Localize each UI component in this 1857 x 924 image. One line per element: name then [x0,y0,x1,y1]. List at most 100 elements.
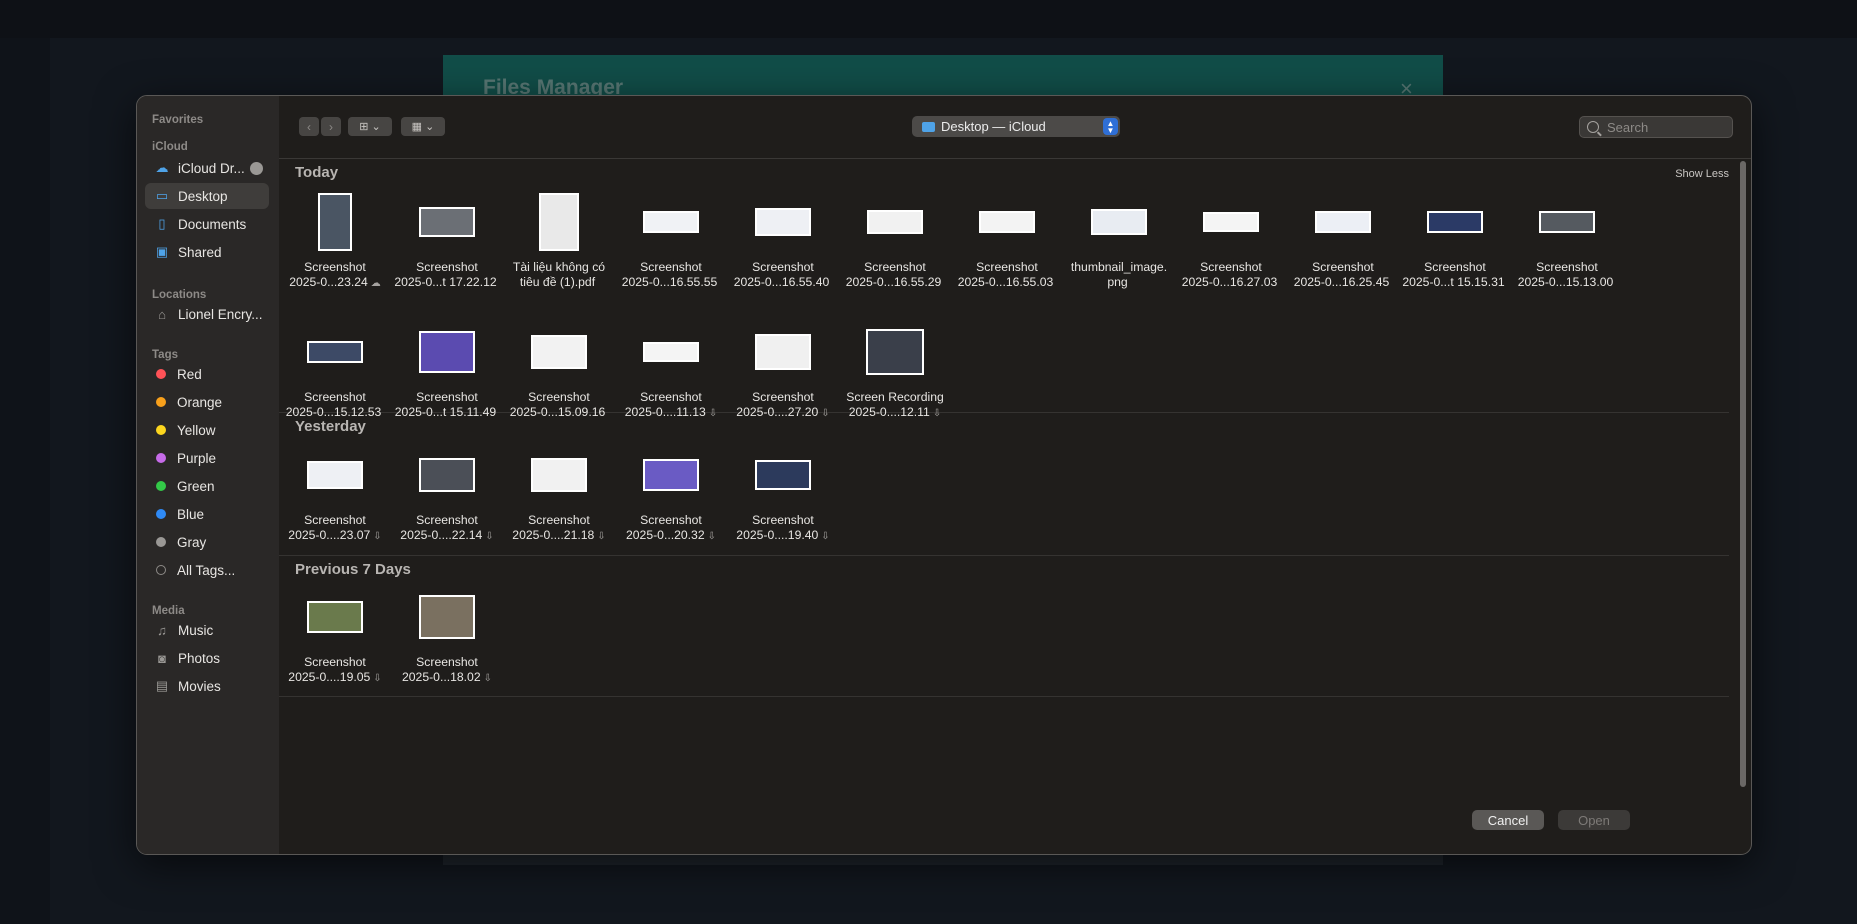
sidebar-item-music[interactable]: ♫ Music [145,617,269,643]
tag-all-tags[interactable]: All Tags... [145,557,269,583]
tag-green[interactable]: Green [145,473,269,499]
sidebar-item-photos[interactable]: ◙ Photos [145,645,269,671]
tag-label: Yellow [177,422,216,438]
file-item[interactable]: Screenshot 2025-0...16.55.40 [727,188,839,292]
file-item[interactable]: thumbnail_image. png [1063,188,1175,292]
file-item[interactable]: Screenshot 2025-0...15.13.00 [1511,188,1623,292]
file-grid: Today Show Less Yesterday Previous 7 Day… [279,158,1729,798]
file-name-line2: 2025-0...16.55.29 [839,275,951,291]
file-name-line2: 2025-0....21.18 ⇩ [503,528,615,544]
tag-label: Red [177,366,202,382]
file-name-line2: tiêu đề (1).pdf [503,275,615,291]
file-item[interactable]: Tài liệu không có tiêu đề (1).pdf [503,188,615,292]
tag-label: Purple [177,450,217,466]
sidebar-item-desktop[interactable]: ▭ Desktop [145,183,269,209]
file-item[interactable]: Screenshot 2025-0...23.24 ☁ [279,188,391,292]
favorites-heading: Favorites [152,114,204,126]
cancel-button[interactable]: Cancel [1472,810,1544,830]
file-item[interactable]: Screenshot 2025-0...16.25.45 [1287,188,1399,292]
tag-gray[interactable]: Gray [145,529,269,555]
tag-blue[interactable]: Blue [145,501,269,527]
file-item[interactable]: Screenshot 2025-0...15.09.16 [503,318,615,422]
sidebar-item-documents[interactable]: ▯ Documents [145,211,269,237]
tag-color-dot [156,509,166,519]
sidebar-item-icloud-drive[interactable]: ☁ iCloud Dr... [145,155,269,181]
file-thumbnail [1091,209,1147,235]
file-item[interactable]: Screenshot 2025-0....23.07 ⇩ [279,441,391,545]
vertical-scrollbar[interactable] [1729,158,1751,798]
file-thumbnail [307,461,363,489]
file-name: Screenshot [416,390,478,404]
file-item[interactable]: Screenshot 2025-0...18.02 ⇩ [391,583,503,687]
file-item[interactable]: Screen Recording 2025-0....12.11 ⇩ [839,318,951,422]
file-item[interactable]: Screenshot 2025-0....11.13 ⇩ [615,318,727,422]
group-title-today: Today [295,164,339,181]
search-field[interactable]: Search [1579,116,1733,138]
file-item[interactable]: Screenshot 2025-0...20.32 ⇩ [615,441,727,545]
file-item[interactable]: Screenshot 2025-0....27.20 ⇩ [727,318,839,422]
file-open-dialog: Favorites iCloud ☁ iCloud Dr... ▭ Deskto… [136,95,1752,855]
location-label: Desktop — iCloud [941,119,1046,134]
icloud-download-icon: ⇩ [373,531,382,542]
search-icon [1587,121,1599,133]
view-mode-button[interactable]: ⊞ ⌄ [348,117,392,136]
file-item[interactable]: Screenshot 2025-0...t 15.11.49 [391,318,503,422]
file-item[interactable]: Screenshot 2025-0...15.12.53 [279,318,391,422]
file-name-suffix: 2025-0...16.25.45 [1293,275,1390,289]
file-item[interactable]: Screenshot 2025-0....19.40 ⇩ [727,441,839,545]
file-item[interactable]: Screenshot 2025-0....22.14 ⇩ [391,441,503,545]
file-item[interactable]: Screenshot 2025-0...16.55.03 [951,188,1063,292]
file-name: Screenshot [304,513,366,527]
file-name: Screenshot [976,260,1038,274]
tag-red[interactable]: Red [145,361,269,387]
file-item[interactable]: Screenshot 2025-0...16.55.29 [839,188,951,292]
file-item[interactable]: Screenshot 2025-0...t 15.15.31 [1399,188,1511,292]
tag-orange[interactable]: Orange [145,389,269,415]
file-name: thumbnail_image. [1070,260,1168,274]
file-name: Screenshot [752,513,814,527]
sidebar-item-movies[interactable]: ▤ Movies [145,673,269,699]
icloud-download-icon: ⇩ [932,408,942,419]
file-thumbnail [531,335,587,369]
file-name-suffix: 2025-0....21.18 [512,528,595,542]
file-item[interactable]: Screenshot 2025-0...t 17.22.12 [391,188,503,292]
document-icon: ▯ [158,216,166,231]
icloud-download-icon: ⇩ [821,408,830,419]
open-button[interactable]: Open [1558,810,1630,830]
scroll-thumb[interactable] [1740,161,1746,787]
file-name-suffix: 2025-0...15.09.16 [509,405,606,419]
file-thumbnail [643,459,699,491]
file-thumbnail [539,193,579,251]
tag-label: All Tags... [177,562,236,578]
file-item[interactable]: Screenshot 2025-0...16.27.03 [1175,188,1287,292]
file-item[interactable]: Screenshot 2025-0...16.55.55 [615,188,727,292]
file-item[interactable]: Screenshot 2025-0....21.18 ⇩ [503,441,615,545]
file-thumbnail [307,601,363,633]
back-button[interactable]: ‹ [299,117,319,136]
tag-yellow[interactable]: Yellow [145,417,269,443]
forward-button[interactable]: › [321,117,341,136]
desktop-icon: ▭ [155,188,169,203]
file-name-suffix: 2025-0...16.55.55 [621,275,718,289]
sidebar-item-drive[interactable]: ⌂ Lionel Encry... [145,301,269,327]
sidebar-item-shared[interactable]: ▣ Shared [145,239,269,265]
file-item[interactable]: Screenshot 2025-0....19.05 ⇩ [279,583,391,687]
tag-color-dot [156,453,166,463]
file-name: Screen Recording [846,390,944,404]
file-name-suffix: 2025-0...t 17.22.12 [394,275,497,289]
location-popup[interactable]: Desktop — iCloud ▲ ▼ [912,116,1120,137]
file-name-suffix: 2025-0...15.12.53 [285,405,382,419]
file-name-line2: 2025-0...16.55.40 [727,275,839,291]
file-name-line2: 2025-0....19.05 ⇩ [279,670,391,686]
file-name-line2: 2025-0...t 17.22.12 [391,275,503,291]
icloud-heading: iCloud [152,141,188,153]
file-thumbnail [419,207,475,237]
tag-color-dot [156,369,166,379]
show-less-button[interactable]: Show Less [1675,168,1729,180]
group-by-button[interactable]: ▦ ⌄ [401,117,445,136]
file-thumbnail [643,342,699,362]
file-thumbnail [867,210,923,234]
tag-purple[interactable]: Purple [145,445,269,471]
file-name-suffix: 2025-0...15.13.00 [1517,275,1614,289]
file-name-line2: 2025-0....12.11 ⇩ [839,405,951,421]
